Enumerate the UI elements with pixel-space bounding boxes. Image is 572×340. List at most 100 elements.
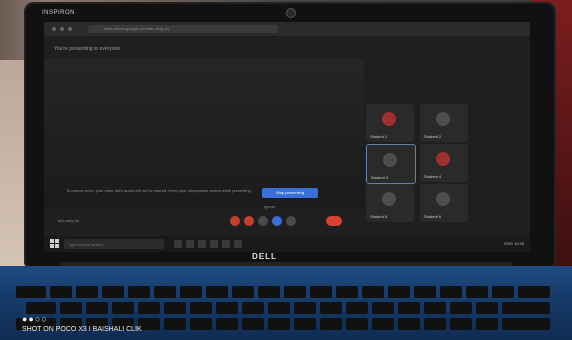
more-options-icon[interactable] xyxy=(286,216,296,226)
key xyxy=(294,318,316,330)
system-tray[interactable]: ENG 10:45 xyxy=(504,241,524,246)
key xyxy=(424,318,446,330)
participant-tile[interactable]: Student 1 xyxy=(366,104,414,142)
participant-tile[interactable]: Student 6 xyxy=(420,184,468,222)
participant-name: Student 2 xyxy=(424,134,442,139)
presenting-header: You're presenting to everyone xyxy=(54,46,121,52)
key xyxy=(372,302,394,314)
key xyxy=(190,302,212,314)
reload-icon[interactable] xyxy=(68,27,72,31)
key xyxy=(424,302,446,314)
present-icon[interactable] xyxy=(272,216,282,226)
key xyxy=(336,286,358,298)
key xyxy=(502,318,550,330)
camera-off-icon[interactable] xyxy=(244,216,254,226)
key xyxy=(476,302,498,314)
key xyxy=(284,286,306,298)
url-text: https://meet.google.com/abc-defg-hij xyxy=(104,26,169,31)
key xyxy=(502,302,550,314)
key xyxy=(320,302,342,314)
participant-tile[interactable]: Student 3 xyxy=(366,144,416,184)
participant-tile[interactable]: Student 2 xyxy=(420,104,468,142)
key xyxy=(310,286,332,298)
key xyxy=(26,302,56,314)
avatar xyxy=(383,153,397,167)
key xyxy=(362,286,384,298)
store-icon[interactable] xyxy=(210,240,218,248)
audio-notice: To reduce echo, your other tab's audio w… xyxy=(66,188,252,193)
mail-icon[interactable] xyxy=(222,240,230,248)
back-icon[interactable] xyxy=(52,27,56,31)
brand-logo: DELL xyxy=(252,252,277,261)
presentation-stage xyxy=(44,58,364,208)
key xyxy=(50,286,72,298)
key xyxy=(216,302,238,314)
key xyxy=(346,302,368,314)
key xyxy=(154,286,176,298)
captions-icon[interactable] xyxy=(258,216,268,226)
key xyxy=(450,302,472,314)
ignore-link[interactable]: Ignore xyxy=(264,204,275,209)
key xyxy=(398,318,420,330)
participant-name: Student 6 xyxy=(424,214,442,219)
key xyxy=(216,318,238,330)
task-view-icon[interactable] xyxy=(174,240,182,248)
key xyxy=(398,302,420,314)
key xyxy=(492,286,514,298)
avatar xyxy=(436,192,450,206)
key xyxy=(414,286,436,298)
key xyxy=(258,286,280,298)
key xyxy=(112,302,134,314)
forward-icon[interactable] xyxy=(60,27,64,31)
key xyxy=(320,318,342,330)
key xyxy=(440,286,462,298)
browser-toolbar: https://meet.google.com/abc-defg-hij xyxy=(44,22,530,36)
key xyxy=(60,302,82,314)
camera-watermark: SHOT ON POCO X3 I BAISHALI CLIK xyxy=(22,326,142,333)
participant-name: Student 5 xyxy=(370,214,388,219)
taskbar-search-placeholder: Type here to search xyxy=(68,242,104,247)
key xyxy=(518,286,550,298)
key xyxy=(268,302,290,314)
edge-icon[interactable] xyxy=(186,240,194,248)
mic-off-icon[interactable] xyxy=(230,216,240,226)
windows-taskbar: Type here to search ENG 10:45 xyxy=(44,236,530,252)
camera-watermark-dots: ●●○○ xyxy=(22,314,48,324)
file-explorer-icon[interactable] xyxy=(198,240,206,248)
laptop-screen: https://meet.google.com/abc-defg-hij You… xyxy=(44,22,530,252)
stop-presenting-button[interactable]: Stop presenting xyxy=(262,188,318,198)
key xyxy=(86,302,108,314)
key xyxy=(372,318,394,330)
participant-name: Student 1 xyxy=(370,134,388,139)
chrome-icon[interactable] xyxy=(234,240,242,248)
key xyxy=(476,318,498,330)
participant-tile[interactable]: Student 5 xyxy=(366,184,414,222)
avatar xyxy=(382,192,396,206)
avatar xyxy=(436,152,450,166)
key xyxy=(388,286,410,298)
key xyxy=(164,318,186,330)
windows-start-icon[interactable] xyxy=(50,239,59,248)
key xyxy=(242,318,264,330)
key xyxy=(128,286,150,298)
key xyxy=(232,286,254,298)
key xyxy=(164,302,186,314)
meeting-code: abc-defg-hij xyxy=(58,218,79,223)
key xyxy=(76,286,98,298)
key xyxy=(450,318,472,330)
key xyxy=(138,302,160,314)
end-call-button[interactable] xyxy=(326,216,342,226)
key xyxy=(346,318,368,330)
key xyxy=(102,286,124,298)
brand-top: INSPIRON xyxy=(42,10,76,16)
key xyxy=(16,286,46,298)
key xyxy=(206,286,228,298)
avatar xyxy=(436,112,450,126)
key xyxy=(190,318,212,330)
key xyxy=(294,302,316,314)
key xyxy=(466,286,488,298)
key xyxy=(242,302,264,314)
participant-name: Student 4 xyxy=(424,174,442,179)
avatar xyxy=(382,112,396,126)
participant-tile[interactable]: Student 4 xyxy=(420,144,468,182)
